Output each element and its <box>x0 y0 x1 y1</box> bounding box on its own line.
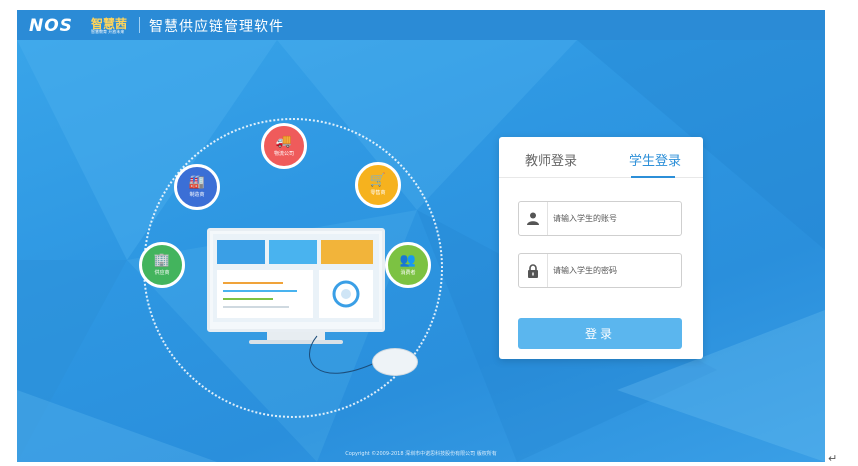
password-input[interactable] <box>553 263 673 277</box>
app-screen: NOS 智慧茜 智慧教育 开放未来 智慧供应链管理软件 🚚 物流公司 🛒 零售商… <box>17 10 825 462</box>
computer-mouse <box>372 348 418 376</box>
active-tab-indicator <box>631 176 675 178</box>
tab-student-login[interactable]: 学生登录 <box>629 150 681 169</box>
account-field <box>518 201 682 236</box>
password-field <box>518 253 682 288</box>
return-symbol: ↵ <box>828 452 838 465</box>
account-input[interactable] <box>553 211 673 225</box>
copyright-footer: Copyright ©2009-2018 深圳市中诺思科技股份有限公司 版权所有 <box>345 451 497 457</box>
login-panel: 教师登录 学生登录 登录 <box>499 137 703 359</box>
mouse-cable <box>309 335 378 374</box>
user-icon <box>519 202 548 235</box>
lock-icon <box>519 254 548 287</box>
login-button[interactable]: 登录 <box>518 318 682 349</box>
tab-teacher-login[interactable]: 教师登录 <box>525 150 577 169</box>
